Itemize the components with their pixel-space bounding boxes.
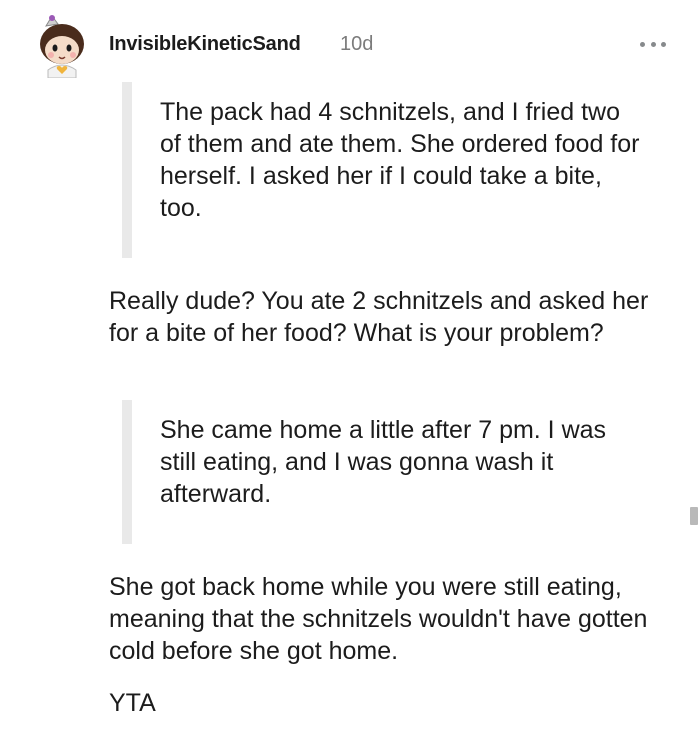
comment-paragraph: Really dude? You ate 2 schnitzels and as… (109, 287, 649, 347)
blockquote: She came home a little after 7 pm. I was… (122, 400, 662, 544)
scrollbar-thumb[interactable] (690, 507, 698, 525)
comment-timestamp: 10d (340, 33, 374, 55)
quote-text: The pack had 4 schnitzels, and I fried t… (160, 98, 640, 222)
comment-paragraph: She got back home while you were still e… (109, 573, 648, 665)
snoo-avatar-icon (40, 15, 84, 79)
more-options-icon (661, 41, 666, 47)
user-avatar[interactable] (32, 14, 92, 79)
blockquote: The pack had 4 schnitzels, and I fried t… (122, 82, 662, 258)
quote-text: She came home a little after 7 pm. I was… (160, 416, 607, 508)
comment-author[interactable]: InvisibleKineticSand (109, 33, 301, 56)
more-options-icon (650, 41, 656, 47)
comment-paragraph: YTA (109, 689, 156, 717)
more-options-icon (640, 41, 645, 47)
more-options-button[interactable] (640, 36, 666, 52)
